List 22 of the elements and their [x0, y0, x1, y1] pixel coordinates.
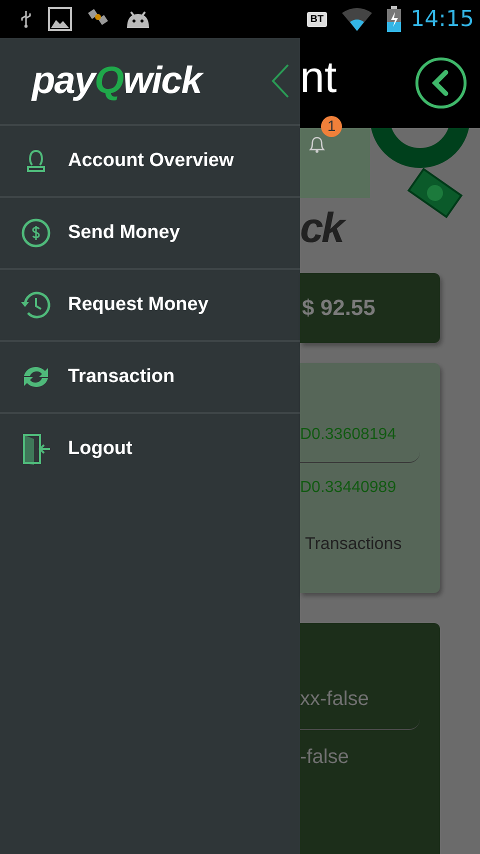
balance-amount: $ 92.55: [301, 295, 376, 321]
logo-fragment: ck: [300, 198, 480, 258]
account-text: -false: [300, 746, 350, 769]
clock-time: 14:15: [410, 6, 474, 32]
menu-item[interactable]: Send Money: [0, 198, 300, 270]
account-text: xx-false: [300, 688, 370, 711]
page-title: nt: [300, 53, 337, 103]
dollar-icon: [20, 217, 52, 249]
usb-icon: [18, 9, 34, 29]
door-icon: [20, 433, 52, 465]
image-icon: [48, 7, 72, 31]
back-button-icon[interactable]: [414, 56, 468, 110]
menu-item[interactable]: Logout: [0, 414, 300, 484]
wifi-icon: [340, 7, 373, 31]
battery-icon: [386, 6, 401, 32]
chevron-left-icon[interactable]: [270, 63, 290, 99]
exchange-rate: D0.33608194: [300, 426, 398, 444]
history-icon: [20, 289, 52, 321]
logo: payQwick: [32, 60, 202, 102]
exchange-rate: D0.33440989: [300, 479, 398, 497]
notification-badge: 1: [321, 116, 342, 137]
bluetooth-indicator: BT: [307, 12, 327, 26]
